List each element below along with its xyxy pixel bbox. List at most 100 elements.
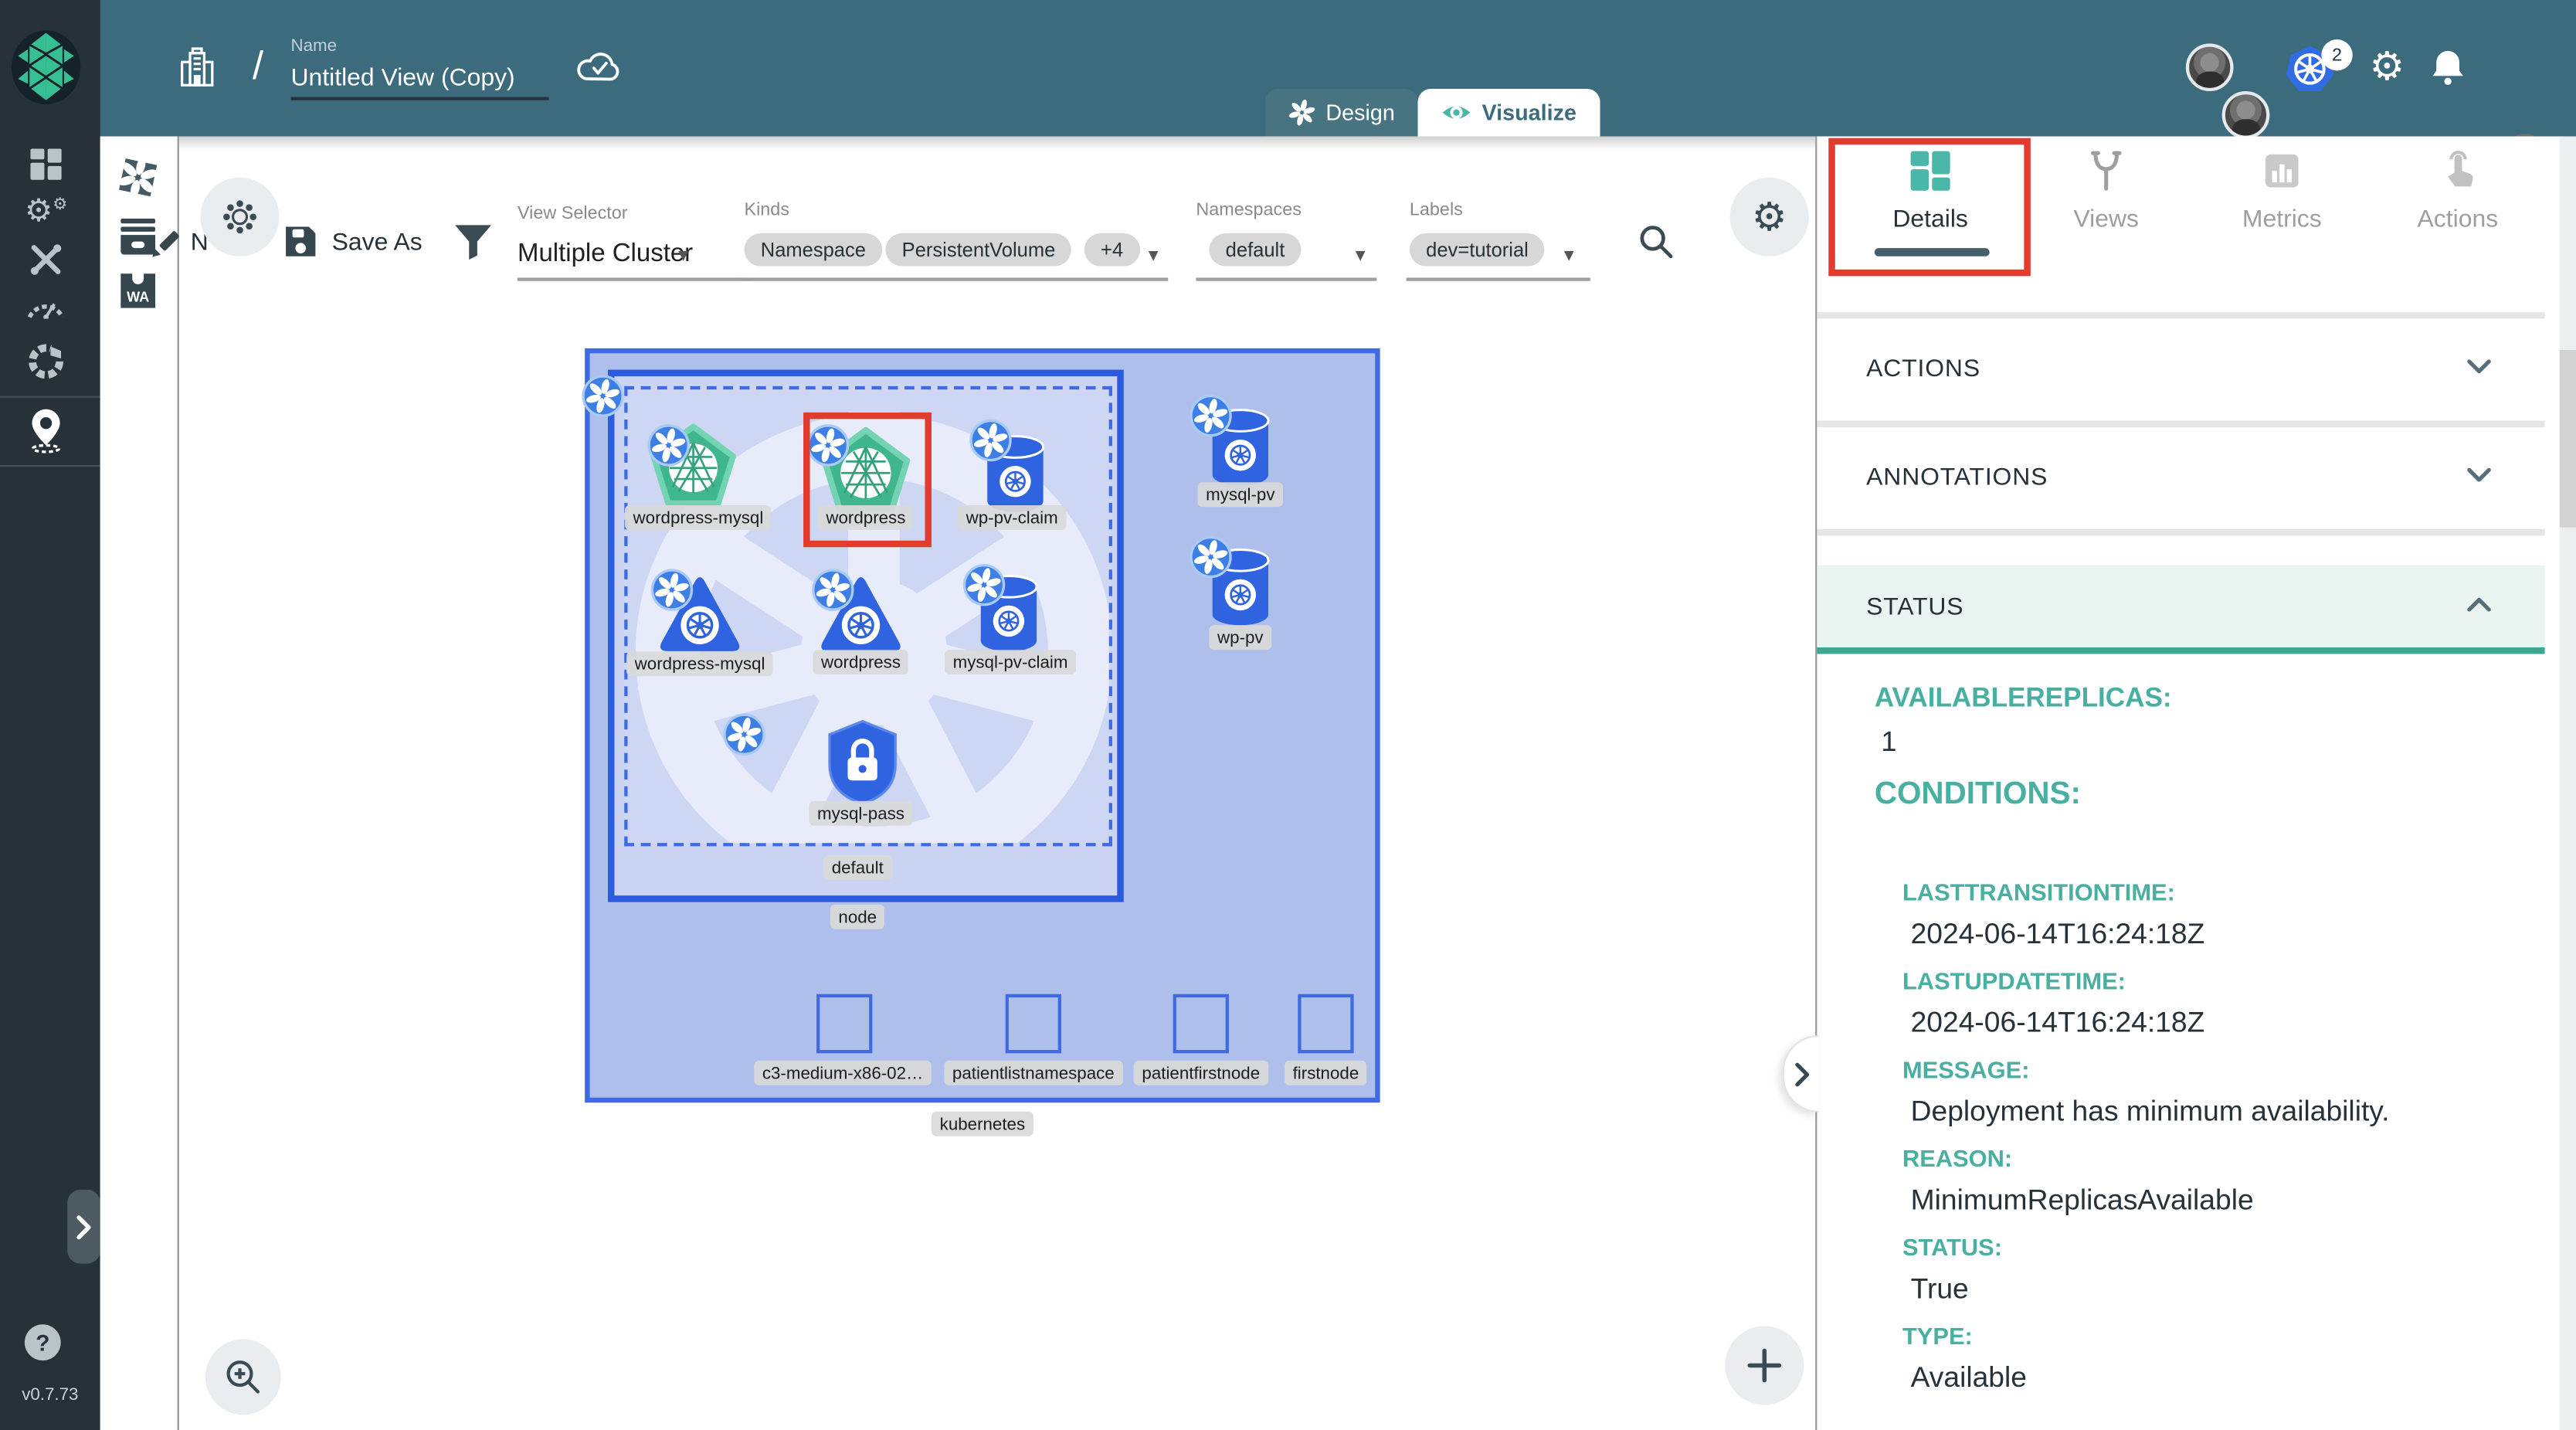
magnifier-plus-icon [223,1357,263,1397]
node-boundary-label[interactable]: node [830,905,885,929]
node-label[interactable]: c3-medium-x86-02… [754,1061,932,1085]
design-spiral-icon [1288,99,1316,127]
edit-pencil-icon[interactable] [150,227,183,260]
tab-metrics-label: Metrics [2208,205,2356,233]
tab-actions[interactable]: Actions [2384,150,2531,233]
notifications-bell-icon[interactable] [2430,48,2466,87]
labels-arrow-icon[interactable]: ▾ [1564,243,1574,267]
plus-icon [1746,1347,1783,1384]
canvas-settings-button[interactable]: ⚙ [1730,178,1809,256]
mode-toggle: Design Visualize [1265,89,1600,137]
node-label[interactable]: mysql-pv-claim [945,650,1076,674]
sidebar-item-performance[interactable] [26,296,66,319]
collaborator-avatar[interactable] [2222,91,2270,139]
node-label[interactable]: patientlistnamespace [944,1061,1122,1085]
settings-gear-icon[interactable]: ⚙ [2370,43,2405,91]
context-count-badge[interactable]: 2 [2321,39,2352,70]
sidebar-item-extensions[interactable] [28,344,64,380]
left-sidebar: ⚙⚙ [0,0,100,1430]
panel-scrollbar-thumb[interactable] [2560,350,2576,528]
sidebar-expand-button[interactable] [67,1190,100,1264]
panel-scrollbar-track[interactable] [2560,137,2576,1430]
chevron-up-icon[interactable] [2466,596,2493,613]
tab-visualize[interactable]: Visualize [1418,89,1600,137]
sidebar-item-lifecycle[interactable]: ⚙⚙ [25,193,67,231]
sidebar-item-configuration[interactable] [28,242,64,278]
cluster-label[interactable]: kubernetes [932,1112,1033,1136]
view-selector-arrow-icon[interactable]: ▾ [678,243,688,267]
tab-design[interactable]: Design [1265,89,1418,137]
section-annotations[interactable]: ANNOTATIONS [1817,427,2544,529]
metrics-icon [2261,150,2303,192]
actions-tap-icon [2436,150,2479,192]
namespace-chip[interactable]: default [1209,233,1301,267]
tab-metrics[interactable]: Metrics [2208,150,2356,233]
node-square[interactable] [1298,994,1353,1054]
filter-funnel-icon[interactable] [453,223,493,260]
section-status[interactable]: STATUS [1817,566,2544,647]
kind-chip[interactable]: PersistentVolume [885,233,1071,267]
view-name-input[interactable]: Untitled View (Copy) [290,64,514,92]
namespaces-underline [1196,277,1376,280]
gear-icon: ⚙ [1752,193,1787,241]
help-button[interactable]: ? [25,1324,61,1360]
status-field-key: STATUS: [1902,1235,2002,1262]
node-label[interactable]: wordpress-mysql [625,505,772,530]
organization-icon[interactable] [176,46,219,89]
breadcrumb-slash: / [253,44,263,90]
node-square[interactable] [1173,994,1229,1054]
namespaces-label: Namespaces [1196,200,1302,220]
chevron-down-icon[interactable] [2466,467,2493,483]
node-square[interactable] [1006,994,1061,1054]
visualize-label: Visualize [1482,100,1576,125]
section-divider [1817,529,2544,536]
sidebar-item-dashboard[interactable] [30,148,61,179]
meshery-logo[interactable] [10,29,83,105]
node-label[interactable]: mysql-pv [1198,482,1284,507]
namespaces-arrow-icon[interactable]: ▾ [1356,243,1366,267]
label-chip[interactable]: dev=tutorial [1410,233,1545,267]
save-as-icon[interactable] [283,223,319,260]
status-field-key: REASON: [1902,1147,2012,1174]
secret-icon[interactable] [825,720,901,806]
namespace-label[interactable]: default [823,855,891,880]
collaborator-avatar[interactable] [2186,43,2234,91]
sidebar-item-visualize[interactable] [26,407,66,453]
node-label[interactable]: wp-pv [1209,625,1271,650]
status-field-key: MESSAGE: [1902,1058,2030,1085]
tool-strip: WA [100,137,179,1430]
node-label[interactable]: mysql-pass [809,801,912,826]
add-node-button[interactable] [1725,1326,1804,1405]
chevron-down-icon[interactable] [2466,358,2493,375]
view-name-label: Name [290,36,337,56]
pod-tool-button[interactable] [200,178,279,256]
section-actions[interactable]: ACTIONS [1817,319,2544,421]
section-divider [1817,420,2544,427]
node-label[interactable]: firstnode [1285,1061,1367,1085]
tab-views[interactable]: Views [2032,150,2180,233]
section-status-label: STATUS [1866,593,1963,621]
node-label[interactable]: wordpress [813,650,908,674]
wasm-filter-icon[interactable]: WA [119,273,157,308]
tab-views-label: Views [2032,205,2180,233]
app-header: / Name Untitled View (Copy) Design Visua… [0,0,2576,137]
save-as-label[interactable]: Save As [332,229,423,256]
node-square[interactable] [816,994,872,1054]
status-field-value: MinimumReplicasAvailable [1911,1183,2254,1218]
header-shadow [179,137,1815,150]
view-selector-value[interactable]: Multiple Cluster [518,240,693,270]
visualize-eye-icon [1441,102,1471,124]
status-field-key: AVAILABLEREPLICAS: [1875,684,2172,715]
kinds-arrow-icon[interactable]: ▾ [1149,243,1159,267]
kind-chip[interactable]: Namespace [744,233,882,267]
node-label[interactable]: wp-pv-claim [958,505,1066,530]
node-label[interactable]: patientfirstnode [1134,1061,1268,1085]
node-label[interactable]: wordpress-mysql [626,651,773,676]
kinds-label: Kinds [744,200,789,220]
design-tool-icon[interactable] [117,156,159,199]
status-field-key: LASTUPDATETIME: [1902,970,2126,996]
search-icon[interactable] [1638,223,1675,260]
annotation-highlight-wordpress [803,413,932,547]
kind-chip[interactable]: +4 [1084,233,1140,267]
zoom-button[interactable] [205,1339,281,1415]
